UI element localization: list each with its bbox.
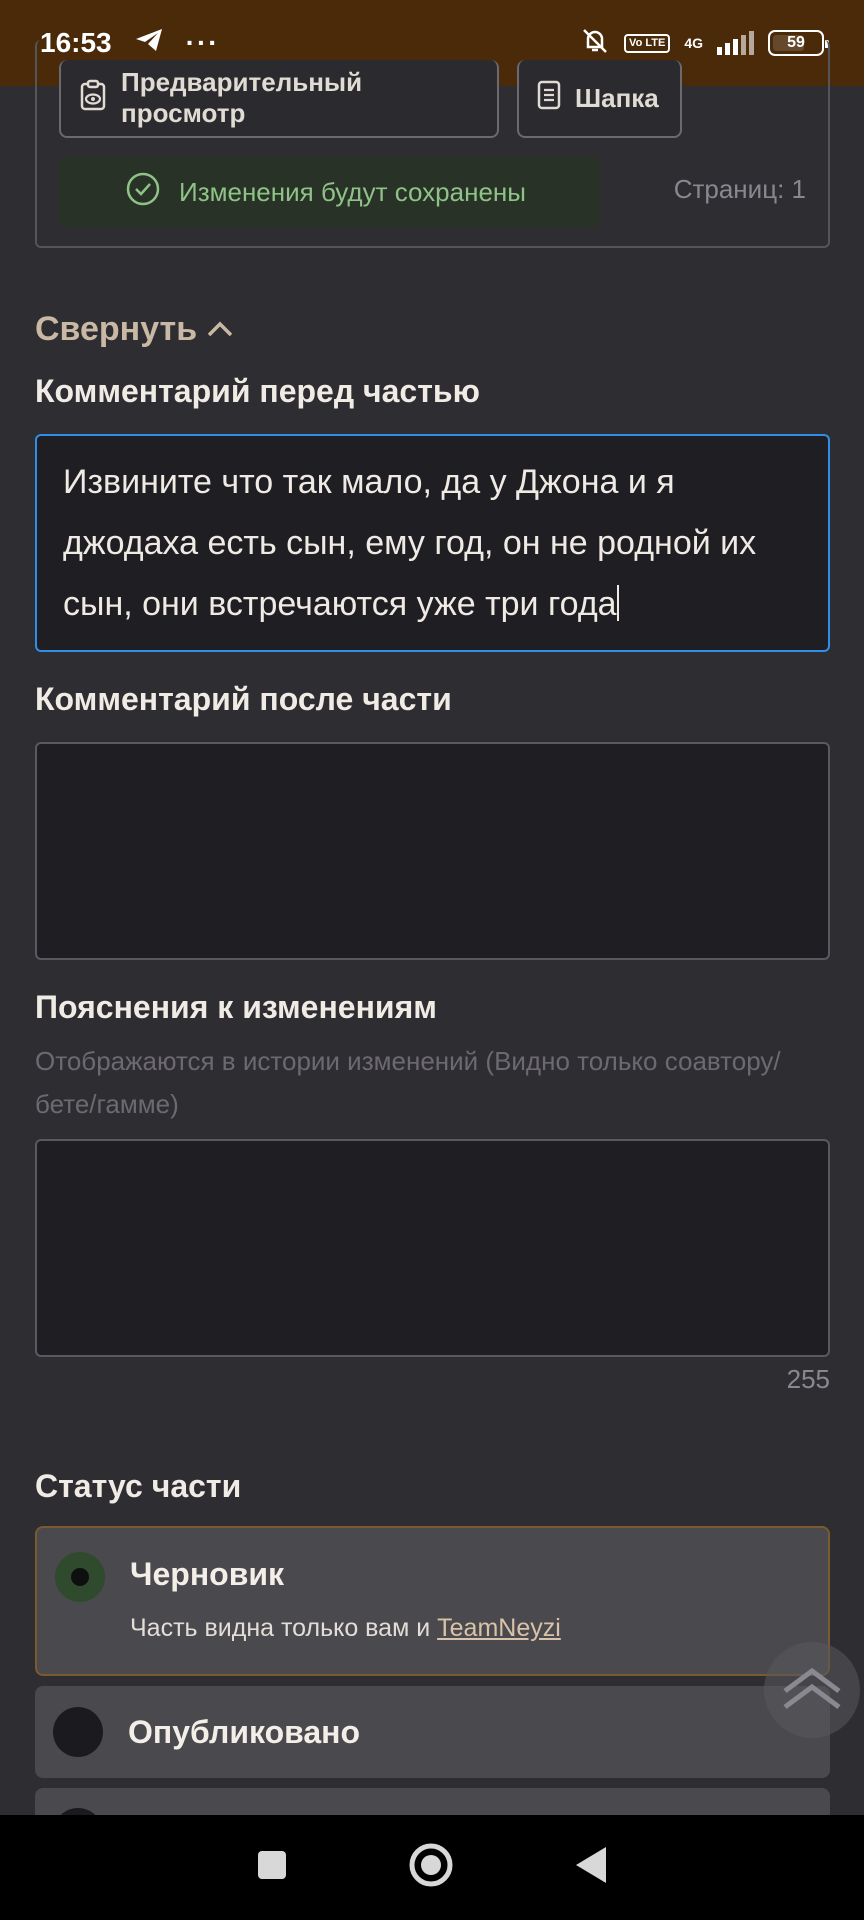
save-status-banner: Изменения будут сохранены xyxy=(59,157,599,227)
nav-back-icon[interactable] xyxy=(574,1845,608,1890)
collapse-label: Свернуть xyxy=(35,310,198,348)
status-option-published[interactable]: Опубликовано xyxy=(35,1686,830,1778)
comment-before-text: Извините что так мало, да у Джона и я дж… xyxy=(63,463,757,623)
change-notes-text xyxy=(37,1141,828,1173)
check-circle-icon xyxy=(125,171,161,214)
nav-recents-icon[interactable] xyxy=(256,1849,288,1886)
scroll-top-button[interactable] xyxy=(764,1642,860,1738)
radio-draft[interactable] xyxy=(55,1552,105,1602)
status-option-draft[interactable]: Черновик Часть видна только вам и TeamNe… xyxy=(35,1526,830,1676)
change-notes-field[interactable] xyxy=(35,1139,830,1357)
comment-before-field[interactable]: Извините что так мало, да у Джона и я дж… xyxy=(35,434,830,652)
pages-count: Страниц: 1 xyxy=(673,174,806,204)
save-status-text: Изменения будут сохранены xyxy=(179,176,526,207)
preview-label: Предварительный просмотр xyxy=(121,67,363,128)
system-nav-bar xyxy=(0,1815,864,1920)
comment-before-label: Комментарий перед частью xyxy=(35,373,480,409)
collapse-toggle[interactable]: Свернуть xyxy=(35,310,235,349)
header-label: Шапка xyxy=(575,82,659,113)
preview-icon xyxy=(79,79,107,118)
header-button[interactable]: Шапка xyxy=(517,60,682,138)
change-notes-hint: Отображаются в истории изменений (Видно … xyxy=(35,1046,781,1119)
scroll-top-icon xyxy=(777,1663,847,1718)
team-link[interactable]: TeamNeyzi xyxy=(437,1614,561,1642)
header-doc-icon xyxy=(537,80,561,117)
published-title: Опубликовано xyxy=(128,1714,361,1750)
draft-desc: Часть видна только вам и xyxy=(130,1614,438,1642)
comment-after-label: Комментарий после части xyxy=(35,681,452,717)
comment-after-text xyxy=(37,744,828,776)
text-caret xyxy=(616,585,619,621)
radio-published[interactable] xyxy=(53,1707,103,1757)
comment-after-field[interactable] xyxy=(35,742,830,960)
nav-home-icon[interactable] xyxy=(408,1842,454,1893)
change-notes-label: Пояснения к изменениям xyxy=(35,989,437,1025)
part-status-label: Статус части xyxy=(35,1468,242,1504)
chevron-up-icon xyxy=(205,310,235,349)
preview-button[interactable]: Предварительный просмотр xyxy=(59,60,499,138)
char-counter: 255 xyxy=(786,1364,830,1394)
draft-title: Черновик xyxy=(130,1556,285,1592)
